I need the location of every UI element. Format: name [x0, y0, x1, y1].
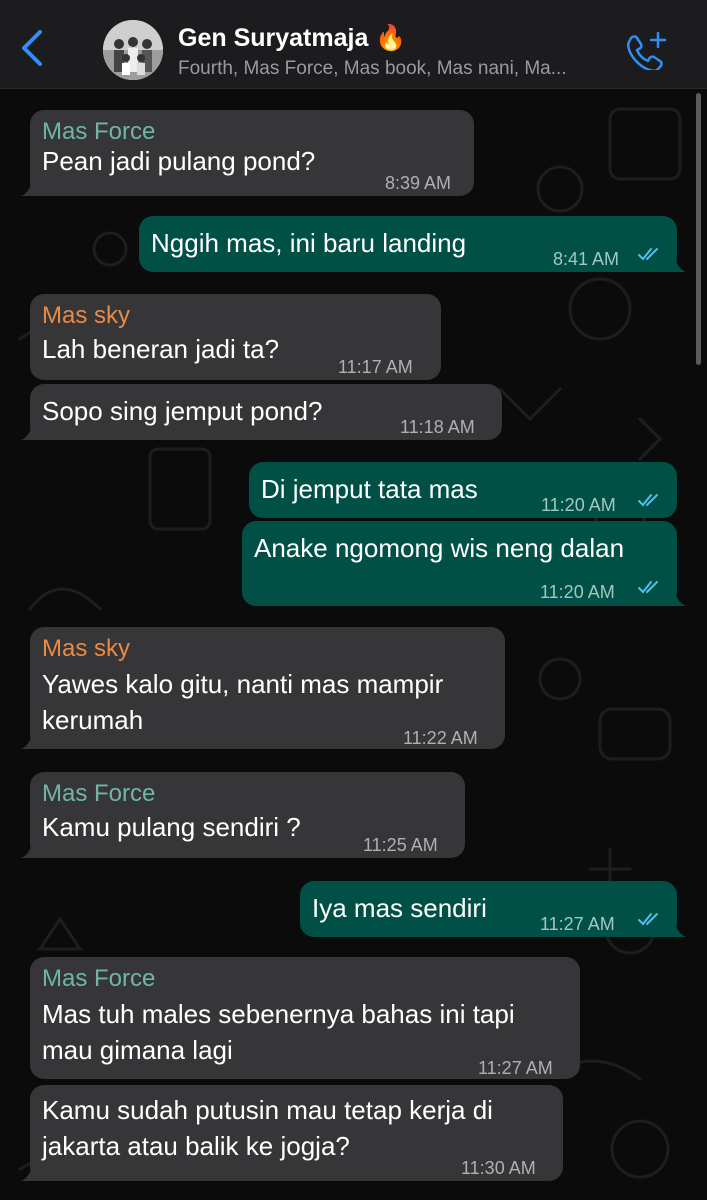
message-timestamp: 11:17 AM — [338, 357, 413, 377]
message-timestamp: 8:41 AM — [553, 249, 620, 269]
incoming-message[interactable]: Kamu sudah putusin mau tetap kerja di jak… — [21, 1085, 563, 1181]
incoming-message[interactable]: Mas Force Kamu pulang sendiri ? 11:25 AM — [21, 772, 465, 858]
read-receipt-icon — [638, 581, 658, 594]
incoming-message[interactable]: Mas Force Mas tuh males sebenernya bahas … — [30, 957, 580, 1079]
bubble-tail — [664, 252, 686, 272]
message-timestamp: 11:30 AM — [461, 1158, 536, 1178]
chat-participants[interactable]: Fourth, Mas Force, Mas book, Mas nani, M… — [178, 58, 618, 80]
read-receipt-icon — [638, 494, 658, 507]
add-call-button[interactable] — [624, 30, 668, 72]
incoming-message[interactable]: Sopo sing jemput pond? 11:18 AM — [21, 384, 502, 440]
message-text: Mas tuh males sebenernya bahas ini tapi — [42, 999, 515, 1029]
outgoing-message[interactable]: Di jemput tata mas 11:20 AM — [249, 462, 677, 518]
scrollbar[interactable] — [696, 93, 701, 365]
message-text: Nggih mas, ini baru landing — [151, 228, 467, 258]
message-text: Kamu pulang sendiri ? — [42, 812, 301, 842]
group-photo-icon — [103, 20, 163, 80]
incoming-message[interactable]: Mas sky Yawes kalo gitu, nanti mas mampir… — [21, 627, 505, 749]
read-receipt-icon — [638, 248, 658, 261]
message-text: Anake ngomong wis neng dalan — [254, 533, 625, 563]
message-text: jakarta atau balik ke jogja? — [42, 1131, 350, 1161]
message-timestamp: 11:27 AM — [478, 1058, 553, 1078]
message-text: Lah beneran jadi ta? — [42, 334, 280, 364]
message-timestamp: 11:18 AM — [400, 417, 475, 437]
sender-name[interactable]: Mas Force — [42, 777, 155, 811]
message-text: mau gimana lagi — [42, 1035, 233, 1065]
message-timestamp: 11:22 AM — [403, 728, 478, 748]
phone-plus-icon — [627, 31, 667, 72]
chat-header: Gen Suryatmaja 🔥 Fourth, Mas Force, Mas … — [0, 0, 707, 89]
outgoing-message[interactable]: Iya mas sendiri 11:27 AM — [300, 881, 686, 937]
message-text: Pean jadi pulang pond? — [42, 146, 316, 176]
message-timestamp: 11:25 AM — [363, 835, 438, 855]
bubble-tail — [21, 1161, 43, 1181]
sender-name[interactable]: Mas sky — [42, 299, 130, 333]
message-text: Kamu sudah putusin mau tetap kerja di — [42, 1095, 493, 1125]
bubble-tail — [21, 838, 43, 858]
message-text: Di jemput tata mas — [261, 474, 478, 504]
bubble-tail — [664, 917, 686, 937]
group-avatar[interactable] — [103, 20, 163, 80]
sender-name[interactable]: Mas sky — [42, 632, 130, 666]
message-timestamp: 8:39 AM — [385, 173, 452, 193]
message-text: Iya mas sendiri — [312, 893, 487, 923]
incoming-message[interactable]: Mas Force Pean jadi pulang pond? 8:39 AM — [21, 110, 474, 196]
message-text: Yawes kalo gitu, nanti mas mampir — [42, 669, 444, 699]
incoming-message[interactable]: Mas sky Lah beneran jadi ta? 11:17 AM — [30, 294, 441, 380]
bubble-tail — [21, 176, 43, 196]
chat-title[interactable]: Gen Suryatmaja 🔥 — [178, 24, 406, 53]
outgoing-message[interactable]: Nggih mas, ini baru landing 8:41 AM — [139, 216, 686, 272]
back-button[interactable] — [14, 28, 50, 68]
read-receipt-icon — [638, 913, 658, 926]
message-text: kerumah — [42, 705, 144, 735]
message-text: Sopo sing jemput pond? — [42, 396, 323, 426]
message-timestamp: 11:27 AM — [540, 914, 615, 934]
outgoing-message[interactable]: Anake ngomong wis neng dalan 11:20 AM — [242, 521, 686, 606]
sender-name[interactable]: Mas Force — [42, 962, 155, 996]
bubble-tail — [21, 420, 43, 440]
bubble-tail — [21, 729, 43, 749]
bubble-tail — [664, 586, 686, 606]
chevron-left-icon — [22, 30, 42, 66]
message-timestamp: 11:20 AM — [541, 495, 616, 515]
message-timestamp: 11:20 AM — [540, 582, 615, 602]
